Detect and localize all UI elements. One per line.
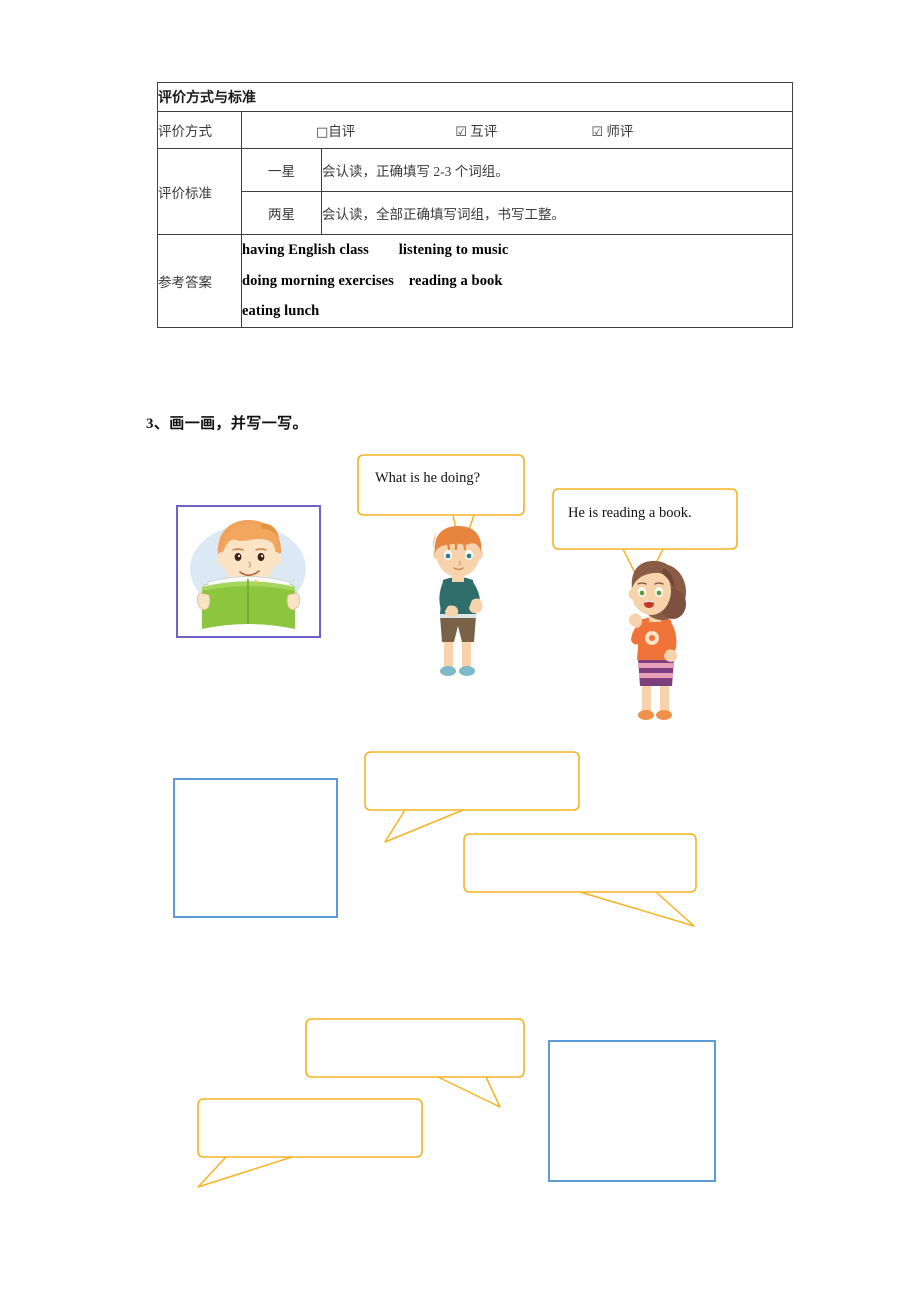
eval-option-peer-label: 互评: [470, 124, 498, 139]
question-bubble-text: What is he doing?: [375, 470, 481, 486]
blank-speech-bubble-row1-b[interactable]: [462, 832, 698, 944]
reference-answer-label: 参考答案: [157, 233, 242, 329]
criteria-star-one: 一星: [241, 148, 322, 192]
criteria-text-one: 会认读，正确填写 2-3 个词组。: [321, 148, 793, 192]
reading-boy-illustration: [190, 519, 306, 629]
blank-speech-bubble-row2-b[interactable]: [196, 1097, 432, 1209]
eval-table-header: 评价方式与标准: [157, 82, 793, 112]
boy-figure: [424, 524, 492, 684]
table-row-methods: 评价方式 □自评 ☑ 互评 ☑ 师评: [157, 111, 793, 149]
checkbox-unchecked-icon[interactable]: □: [316, 125, 328, 140]
checkbox-checked-icon[interactable]: ☑: [455, 125, 467, 140]
drawing-box-row1[interactable]: [173, 778, 338, 918]
answer-line: having English class listening to music: [242, 242, 509, 258]
answer-line: eating lunch: [242, 303, 320, 320]
table-row-criteria-one-star: 评价标准 一星 会认读，正确填写 2-3 个词组。: [157, 148, 793, 235]
eval-option-self[interactable]: □自评: [316, 120, 355, 140]
reference-answer-cell: having English class listening to music …: [241, 233, 793, 329]
eval-method-options-cell: □自评 ☑ 互评 ☑ 师评: [241, 111, 793, 149]
eval-criteria-label: 评价标准: [157, 148, 242, 235]
eval-option-teacher-label: 师评: [606, 124, 634, 139]
exercise-heading: 3、画一画，并写一写。: [146, 416, 308, 432]
criteria-text-two: 会认读，全部正确填写词组，书写工整。: [321, 191, 793, 235]
checkbox-checked-icon[interactable]: ☑: [591, 125, 603, 140]
example-picture-frame: [176, 505, 321, 638]
evaluation-table: 评价方式与标准 评价方式 □自评 ☑ 互评 ☑ 师评 评价标准 一星 会认读，正…: [157, 82, 793, 329]
eval-method-label: 评价方式: [157, 111, 242, 149]
eval-option-teacher[interactable]: ☑ 师评: [591, 120, 633, 140]
answer-bubble-text: He is reading a book.: [568, 505, 692, 521]
drawing-box-row2[interactable]: [548, 1040, 716, 1182]
eval-option-self-label: 自评: [328, 124, 356, 139]
table-row-answers: 参考答案 having English class listening to m…: [157, 233, 793, 329]
table-row-title: 评价方式与标准: [157, 82, 793, 112]
table-row-criteria-two-star: 两星 会认读，全部正确填写词组，书写工整。: [158, 191, 793, 235]
eval-option-peer[interactable]: ☑ 互评: [455, 120, 497, 140]
answer-line: doing morning exercises reading a book: [242, 272, 503, 289]
criteria-star-two: 两星: [241, 191, 322, 235]
girl-figure: [618, 558, 692, 730]
